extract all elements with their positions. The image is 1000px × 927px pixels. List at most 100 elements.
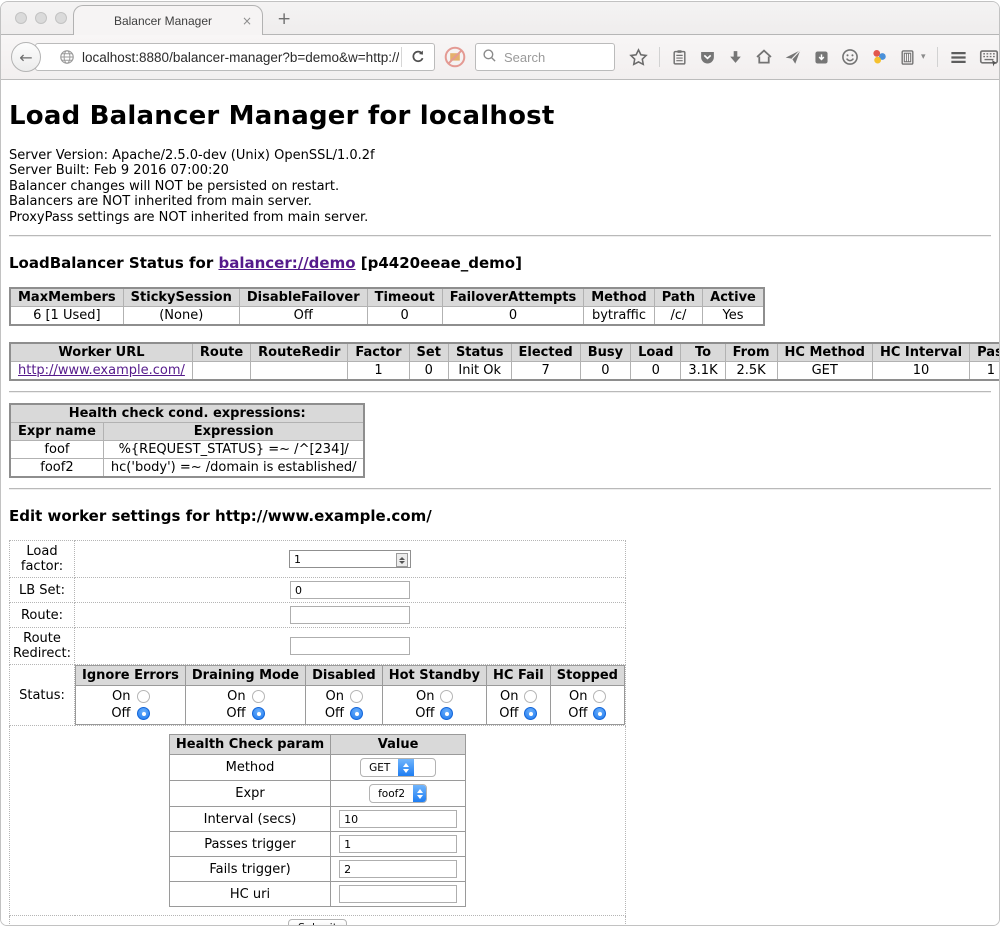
hc-fails-label: Fails trigger) — [169, 857, 330, 882]
off-label: Off — [568, 706, 587, 721]
blocked-content-icon[interactable] — [443, 45, 467, 69]
lb-set-input[interactable] — [290, 581, 410, 599]
col-stopped: Stopped — [550, 666, 624, 686]
new-tab-button[interactable]: + — [277, 11, 291, 28]
status-radio-row: On Off On Off — [76, 686, 625, 725]
bookmark-star-icon[interactable] — [629, 48, 648, 67]
hc-method-row: Method GET — [169, 755, 465, 781]
hc-interval-label: Interval (secs) — [169, 807, 330, 832]
off-label: Off — [226, 706, 245, 721]
cell-load: 0 — [631, 362, 681, 381]
hc-expr-cell: foof2 — [331, 781, 466, 807]
draining-mode-off-radio[interactable] — [252, 707, 265, 720]
proxypass-notice-line: ProxyPass settings are NOT inherited fro… — [9, 210, 991, 225]
hc-uri-cell — [331, 882, 466, 907]
worker-data-row: http://www.example.com/ 1 0 Init Ok 7 0 … — [10, 362, 999, 381]
keyboard-grid-icon[interactable] — [979, 47, 999, 67]
ignore-errors-off-radio[interactable] — [137, 707, 150, 720]
hc-method-select[interactable]: GET — [360, 758, 436, 777]
hot-standby-off-radio[interactable] — [440, 707, 453, 720]
hc-fail-on-radio[interactable] — [524, 690, 537, 703]
balancer-demo-link[interactable]: balancer://demo — [218, 254, 355, 272]
col-maxmembers: MaxMembers — [10, 288, 123, 307]
toolbar-separator — [659, 47, 660, 67]
expr-row-foof: foof %{REQUEST_STATUS} =~ /^[234]/ — [10, 441, 364, 459]
cell-worker-url: http://www.example.com/ — [10, 362, 192, 381]
hot-standby-radios: On Off — [382, 686, 486, 725]
hc-expr-select[interactable]: foof2 — [369, 784, 427, 803]
cell-status: Init Ok — [448, 362, 511, 381]
cell-maxmembers: 6 [1 Used] — [10, 307, 123, 326]
on-label: On — [415, 689, 434, 704]
search-input[interactable] — [502, 49, 592, 66]
hc-uri-input[interactable] — [339, 885, 457, 903]
chevron-down-icon[interactable]: ▾ — [921, 52, 926, 62]
hot-standby-on-radio[interactable] — [440, 690, 453, 703]
col-factor: Factor — [348, 343, 409, 362]
close-window-button[interactable] — [15, 12, 27, 24]
worker-url-link[interactable]: http://www.example.com/ — [18, 363, 185, 378]
load-factor-input[interactable] — [289, 550, 411, 568]
cell-passes: 1 (0) — [970, 362, 999, 381]
tab-close-icon[interactable]: × — [242, 15, 252, 27]
hc-fails-row: Fails trigger) — [169, 857, 465, 882]
on-label: On — [568, 689, 587, 704]
off-label: Off — [111, 706, 130, 721]
ignore-errors-on-radio[interactable] — [137, 690, 150, 703]
hc-passes-input[interactable] — [339, 835, 457, 853]
divider — [9, 391, 991, 393]
on-label: On — [226, 689, 245, 704]
search-icon — [482, 48, 497, 67]
route-redirect-input[interactable] — [290, 637, 410, 655]
back-button[interactable]: ← — [11, 42, 41, 72]
cell-elected: 7 — [511, 362, 580, 381]
on-label: On — [499, 689, 518, 704]
zoom-window-button[interactable] — [55, 12, 67, 24]
send-plane-icon[interactable] — [784, 48, 802, 66]
bookmarks-clipboard-icon[interactable] — [671, 49, 688, 66]
cell-routeredir — [251, 362, 348, 381]
col-passes: Passes — [970, 343, 999, 362]
col-set: Set — [409, 343, 448, 362]
status-row: Status: Ignore Errors Draining Mode Disa… — [10, 665, 626, 726]
hc-fails-input[interactable] — [339, 860, 457, 878]
reload-icon[interactable] — [402, 49, 434, 65]
number-spinner-icon[interactable] — [396, 553, 408, 567]
route-input[interactable] — [290, 606, 410, 624]
cell-hc-method: GET — [777, 362, 872, 381]
submit-button[interactable]: Submit — [288, 919, 347, 926]
stopped-on-radio[interactable] — [593, 690, 606, 703]
url-input[interactable] — [80, 49, 401, 66]
hc-interval-row: Interval (secs) — [169, 807, 465, 832]
feedback-smiley-icon[interactable] — [841, 48, 859, 66]
menu-hamburger-icon[interactable] — [949, 48, 968, 67]
disabled-off-radio[interactable] — [350, 707, 363, 720]
hc-interval-input[interactable] — [339, 810, 457, 828]
url-bar[interactable] — [35, 43, 435, 71]
sidebar-list-icon[interactable] — [899, 49, 916, 66]
pocket-icon[interactable] — [699, 49, 716, 66]
stopped-off-radio[interactable] — [593, 707, 606, 720]
draining-mode-on-radio[interactable] — [252, 690, 265, 703]
hc-fail-off-radio[interactable] — [524, 707, 537, 720]
lb-set-label: LB Set: — [10, 578, 75, 603]
load-factor-row: Load factor: — [10, 541, 626, 578]
expr-header-row: Expr name Expression — [10, 423, 364, 441]
status-label: Status: — [10, 665, 75, 726]
col-method: Method — [584, 288, 654, 307]
col-hc-interval: HC Interval — [872, 343, 969, 362]
col-load: Load — [631, 343, 681, 362]
search-bar[interactable] — [475, 43, 615, 71]
disabled-on-radio[interactable] — [350, 690, 363, 703]
persist-notice-line: Balancer changes will NOT be persisted o… — [9, 179, 991, 194]
minimize-window-button[interactable] — [35, 12, 47, 24]
tab-balancer-manager[interactable]: Balancer Manager × — [73, 5, 263, 35]
globe-icon — [59, 49, 75, 65]
downloads-icon[interactable] — [727, 49, 744, 66]
save-page-icon[interactable] — [813, 49, 830, 66]
colored-dots-icon[interactable] — [870, 48, 888, 66]
browser-window: Balancer Manager × + ← — [0, 1, 1000, 926]
tab-title: Balancer Manager — [84, 14, 242, 28]
cell-factor: 1 — [348, 362, 409, 381]
home-icon[interactable] — [755, 48, 773, 66]
